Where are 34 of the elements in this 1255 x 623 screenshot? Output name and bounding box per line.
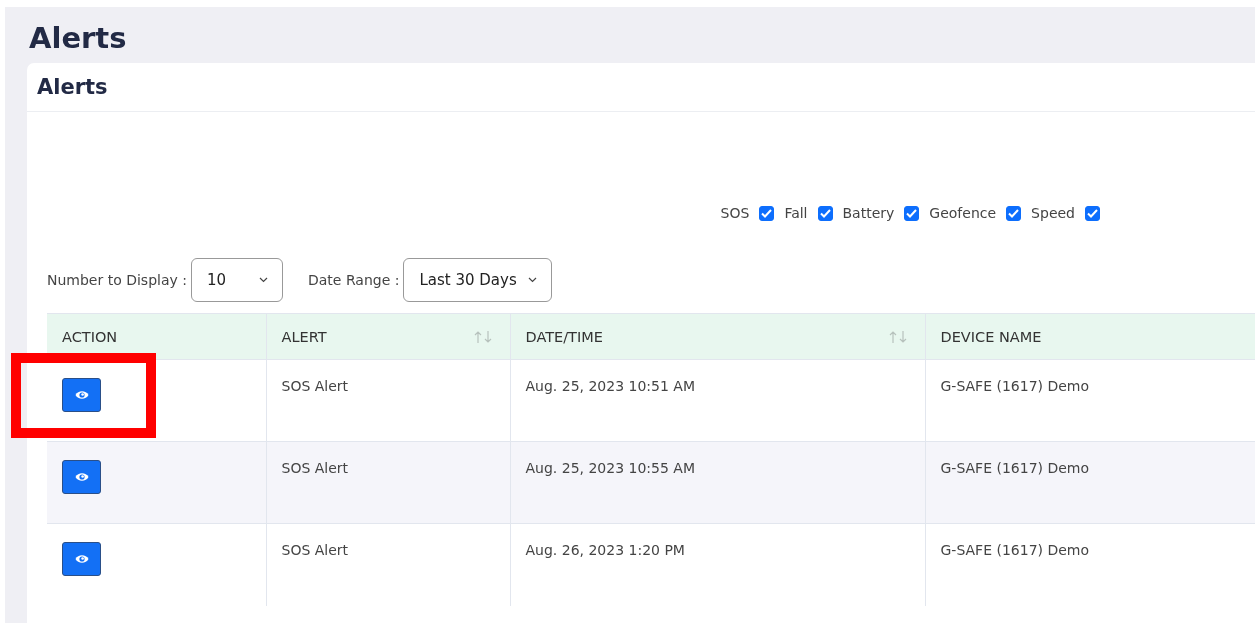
view-button[interactable]: [62, 542, 101, 576]
column-header[interactable]: DATE/TIME: [510, 313, 925, 360]
eye-icon: [74, 554, 89, 564]
date-range-label: Date Range :: [307, 272, 400, 288]
table-cell: G-SAFE (1617) Demo: [925, 441, 1255, 524]
filter-label: Geofence: [929, 205, 997, 221]
number-select[interactable]: 10: [190, 258, 283, 302]
number-to-display-label: Number to Display :: [47, 272, 187, 288]
filter-checkbox[interactable]: [817, 205, 833, 221]
filter-label: Speed: [1031, 205, 1075, 221]
filter-label: Battery: [842, 205, 895, 221]
eye-icon: [74, 390, 89, 400]
eye-icon: [74, 472, 89, 482]
filter-label: Fall: [784, 205, 808, 221]
filter-label: SOS: [720, 205, 750, 221]
column-header: ACTION: [47, 313, 266, 360]
table-cell: G-SAFE (1617) Demo: [925, 523, 1255, 606]
filter-checkbox[interactable]: [1006, 205, 1022, 221]
card-title: Alerts: [37, 75, 108, 99]
date-range-select[interactable]: Last 30 Days: [403, 258, 553, 302]
view-button[interactable]: [62, 378, 101, 412]
filter-checkbox[interactable]: [904, 205, 920, 221]
view-button[interactable]: [62, 460, 101, 494]
filter-checkbox[interactable]: [1085, 205, 1100, 221]
filter-checkbox[interactable]: [759, 205, 775, 221]
page-title: Alerts: [28, 20, 128, 57]
column-header: DEVICE NAME: [925, 313, 1255, 360]
chevron-down-icon: [528, 277, 538, 283]
table-cell: Aug. 26, 2023 1:20 PM: [510, 523, 925, 606]
chevron-down-icon: [258, 277, 268, 283]
table-cell: Aug. 25, 2023 10:55 AM: [510, 441, 925, 524]
column-header[interactable]: ALERT: [266, 313, 510, 360]
table-cell: SOS Alert: [266, 441, 510, 524]
table-cell: SOS Alert: [266, 523, 510, 606]
